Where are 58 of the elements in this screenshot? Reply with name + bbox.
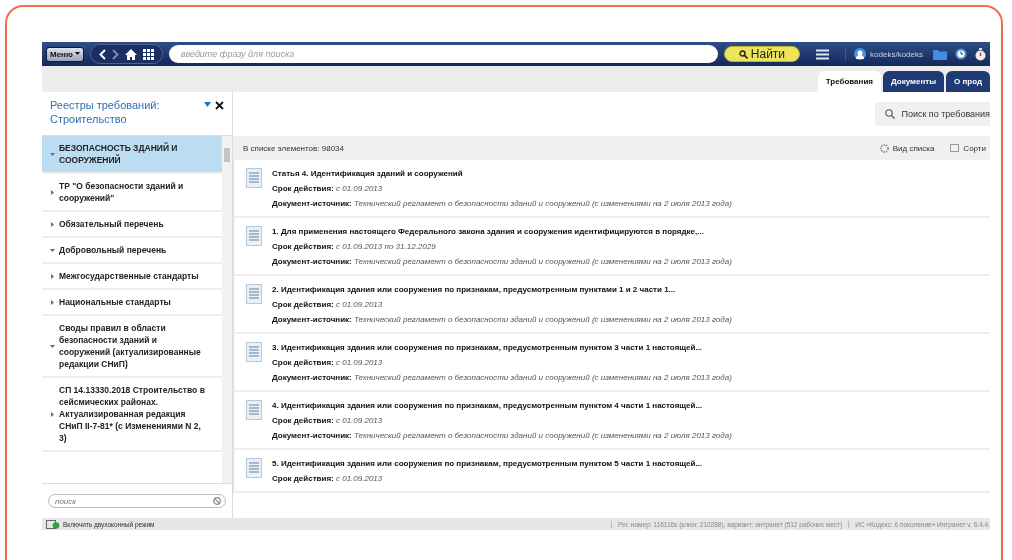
requirement-detail: Срок действия: с 01.09.2013 — [272, 473, 384, 485]
scrollbar[interactable] — [222, 136, 232, 483]
grid-icon[interactable] — [142, 48, 154, 60]
caret-down-icon[interactable] — [50, 247, 55, 253]
tab[interactable]: О прод — [945, 71, 990, 92]
requirement-title[interactable]: 3. Идентификация здания или сооружения по признакам, предусмотренным пунктом 3 части 1 настоящей... — [272, 342, 732, 354]
home-icon[interactable] — [124, 48, 137, 60]
requirement-title[interactable]: Статья 4. Идентификация зданий и сооружений — [272, 168, 732, 180]
sort-icon — [950, 144, 960, 152]
requirement-detail: Срок действия: с 01.09.2013 по 31.12.2029 — [272, 241, 437, 253]
requirement-detail: Срок действия: с 01.09.2013 — [272, 183, 384, 195]
caret-right-icon[interactable] — [50, 411, 55, 417]
user-icon[interactable] — [854, 48, 867, 60]
caret-right-icon[interactable] — [50, 221, 55, 227]
tab[interactable]: Требования — [817, 71, 881, 92]
timer-icon[interactable] — [975, 47, 986, 61]
requirement-detail: Срок действия: с 01.09.2013 — [272, 299, 384, 311]
sort-button[interactable]: Сорти — [946, 143, 990, 153]
requirement-detail: Документ-источник: Технический регламент о безопасности зданий и сооружений (с изменениями на 2 июля 2013 года) — [272, 198, 732, 210]
menu-icon[interactable] — [816, 48, 830, 60]
find-button[interactable]: Найти — [723, 46, 801, 62]
tab[interactable]: Документы — [883, 71, 944, 92]
requirement-detail: Документ-источник: Технический регламент о безопасности зданий и сооружений (с изменениями на 2 июля 2013 года) — [272, 430, 732, 442]
item-count: В списке элементов: 98034 — [243, 143, 345, 153]
caret-right-icon[interactable] — [50, 299, 55, 305]
gear-icon — [879, 143, 889, 153]
forward-icon[interactable] — [111, 48, 119, 60]
caret-down-icon — [74, 52, 80, 56]
sidebar-search-field[interactable]: поиск — [48, 494, 226, 508]
caret-right-icon[interactable] — [50, 273, 55, 279]
search-icon — [738, 49, 748, 59]
search-icon — [885, 109, 896, 119]
back-icon[interactable] — [98, 48, 106, 60]
requirement-title[interactable]: 2. Идентификация здания или сооружения по признакам, предусмотренным пунктами 1 и 2 части 1... — [272, 284, 732, 296]
requirement-detail: Срок действия: с 01.09.2013 — [272, 415, 384, 427]
requirement-detail: Срок действия: с 01.09.2013 — [272, 357, 384, 369]
requirement-detail: Документ-источник: Технический регламент о безопасности зданий и сооружений (с изменениями на 2 июля 2013 года) — [272, 372, 732, 384]
tree-item[interactable]: БЕЗОПАСНОСТЬ ЗДАНИЙ И СООРУЖЕНИЙ — [42, 136, 222, 174]
menu-button[interactable]: Меню — [46, 46, 84, 62]
dropdown-icon[interactable] — [204, 102, 211, 108]
user-name[interactable]: kodeks/kodeks — [870, 49, 923, 59]
search-requirements-button[interactable]: Поиск по требования — [875, 102, 990, 126]
clock-icon[interactable] — [955, 48, 967, 60]
requirement-title[interactable]: 5. Идентификация здания или сооружения по признакам, предусмотренным пунктом 5 части 1 настоящей... — [272, 458, 703, 470]
clear-icon[interactable] — [213, 497, 221, 505]
requirement-detail: Документ-источник: Технический регламент о безопасности зданий и сооружений (с изменениями на 2 июля 2013 года) — [272, 314, 732, 326]
view-button[interactable]: Вид списка — [875, 143, 939, 153]
folder-icon[interactable] — [933, 48, 947, 60]
caret-down-icon[interactable] — [50, 343, 55, 349]
sidebar-title: Реестры требований: Строительство — [50, 98, 161, 126]
close-icon[interactable] — [215, 101, 224, 110]
caret-down-icon[interactable] — [50, 151, 55, 157]
requirement-detail: Документ-источник: Технический регламент о безопасности зданий и сооружений (с изменениями на 2 июля 2013 года) — [272, 256, 732, 268]
dual-window-icon[interactable] — [46, 519, 60, 529]
caret-right-icon[interactable] — [50, 189, 55, 195]
requirement-title[interactable]: 4. Идентификация здания или сооружения по признакам, предусмотренным пунктом 4 части 1 настоящей... — [272, 400, 732, 412]
requirement-title[interactable]: 1. Для применения настоящего Федерального закона здания и сооружения идентифицируются в порядке,... — [272, 226, 732, 238]
search-field[interactable]: введите фразу для поиска — [168, 45, 718, 63]
